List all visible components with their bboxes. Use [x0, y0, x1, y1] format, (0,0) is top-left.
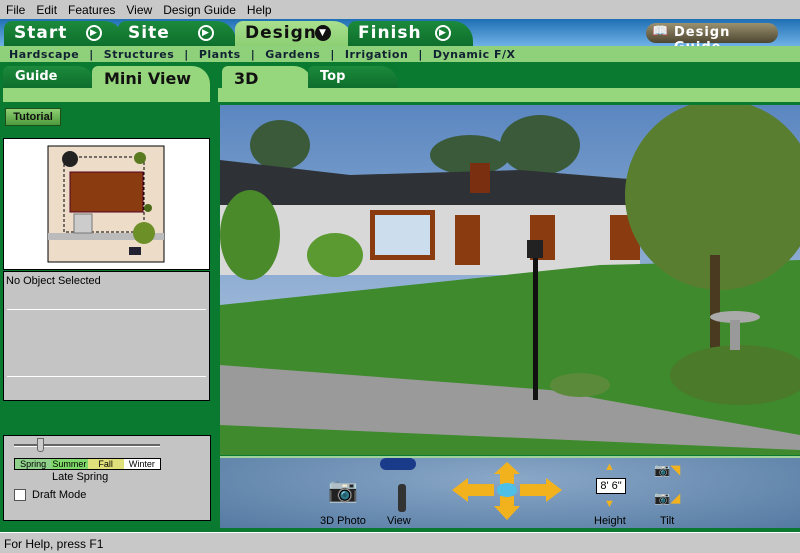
play-icon: ▶	[198, 25, 214, 41]
helicopter-view-icon[interactable]	[380, 458, 416, 470]
tab-top[interactable]: Top	[308, 66, 398, 88]
view-label: View	[387, 515, 411, 527]
draft-mode-checkbox[interactable]	[14, 489, 26, 501]
menu-view[interactable]: View	[126, 3, 152, 17]
subnav-gardens[interactable]: Gardens	[265, 48, 320, 61]
tab-start[interactable]: Start ▶	[4, 21, 124, 46]
subnav-plants[interactable]: Plants	[199, 48, 241, 61]
mini-map[interactable]	[3, 138, 210, 270]
subnav-irrigation[interactable]: Irrigation	[345, 48, 408, 61]
tab-design[interactable]: Design ▼	[235, 21, 353, 46]
left-tab-strip	[3, 88, 210, 102]
height-up-icon[interactable]: ▲	[604, 461, 615, 473]
play-icon: ▶	[435, 25, 451, 41]
season-fall: Fall	[87, 459, 124, 469]
navigation-controls: 📷 3D Photo View ▲ 8' 6" ▼ Height 📷◥ 📷◢ T…	[220, 456, 800, 528]
current-season: Late Spring	[52, 471, 109, 483]
mini-map-plan	[47, 145, 165, 263]
tab-label: Finish	[358, 23, 422, 43]
draft-mode-label: Draft Mode	[32, 489, 87, 501]
camera-photo-icon[interactable]: 📷	[328, 476, 358, 505]
3d-photo-label: 3D Photo	[320, 515, 366, 527]
tilt-up-icon[interactable]: 📷◥	[654, 462, 680, 478]
dropdown-icon: ▼	[315, 25, 331, 41]
menu-file[interactable]: File	[6, 3, 25, 17]
subnav-structures[interactable]: Structures	[104, 48, 174, 61]
3d-scene	[220, 105, 800, 455]
height-value: 8' 6"	[596, 478, 626, 494]
divider	[7, 309, 206, 310]
height-label: Height	[594, 515, 626, 527]
menu-bar: File Edit Features View Design Guide Hel…	[0, 0, 800, 19]
subnav-hardscape[interactable]: Hardscape	[9, 48, 79, 61]
season-slider[interactable]	[14, 444, 160, 447]
tab-site[interactable]: Site ▶	[118, 21, 236, 46]
season-spring: Spring	[15, 459, 52, 469]
height-down-icon[interactable]: ▼	[604, 498, 615, 510]
selection-status: No Object Selected	[6, 275, 101, 287]
object-info-panel: No Object Selected	[3, 271, 210, 401]
subnav-dynamic-fx[interactable]: Dynamic F/X	[433, 48, 516, 61]
menu-help[interactable]: Help	[247, 3, 272, 17]
season-scale: Spring Summer Fall Winter	[14, 458, 161, 470]
tab-finish[interactable]: Finish ▶	[348, 21, 473, 46]
tilt-label: Tilt	[660, 515, 675, 527]
menu-design-guide[interactable]: Design Guide	[163, 3, 236, 17]
move-arrows-icon[interactable]	[452, 462, 562, 520]
tilt-down-icon[interactable]: 📷◢	[654, 490, 680, 506]
tab-label: Design	[245, 23, 317, 43]
person-view-icon[interactable]	[398, 484, 406, 512]
season-slider-thumb[interactable]	[37, 438, 45, 452]
book-icon: 📖	[652, 24, 670, 39]
menu-features[interactable]: Features	[68, 3, 115, 17]
3d-view[interactable]	[220, 105, 800, 455]
sub-tab-bar: Guide Mini View 3D Top	[0, 62, 800, 102]
design-guide-button[interactable]: 📖Design Guide	[646, 23, 778, 55]
status-bar: For Help, press F1	[0, 532, 800, 553]
tab-label: Start	[14, 23, 68, 43]
view-tab-strip	[218, 88, 800, 102]
play-icon: ▶	[86, 25, 102, 41]
tab-guide[interactable]: Guide	[3, 66, 95, 88]
tutorial-button[interactable]: Tutorial	[5, 108, 61, 126]
design-subnav: Hardscape | Structures | Plants | Gardens | …	[0, 46, 800, 62]
season-summer: Summer	[51, 459, 88, 469]
divider	[7, 376, 206, 377]
tab-label: Site	[128, 23, 170, 43]
season-panel: Spring Summer Fall Winter Late Spring Dr…	[3, 435, 211, 521]
menu-edit[interactable]: Edit	[36, 3, 57, 17]
season-winter: Winter	[123, 459, 160, 469]
